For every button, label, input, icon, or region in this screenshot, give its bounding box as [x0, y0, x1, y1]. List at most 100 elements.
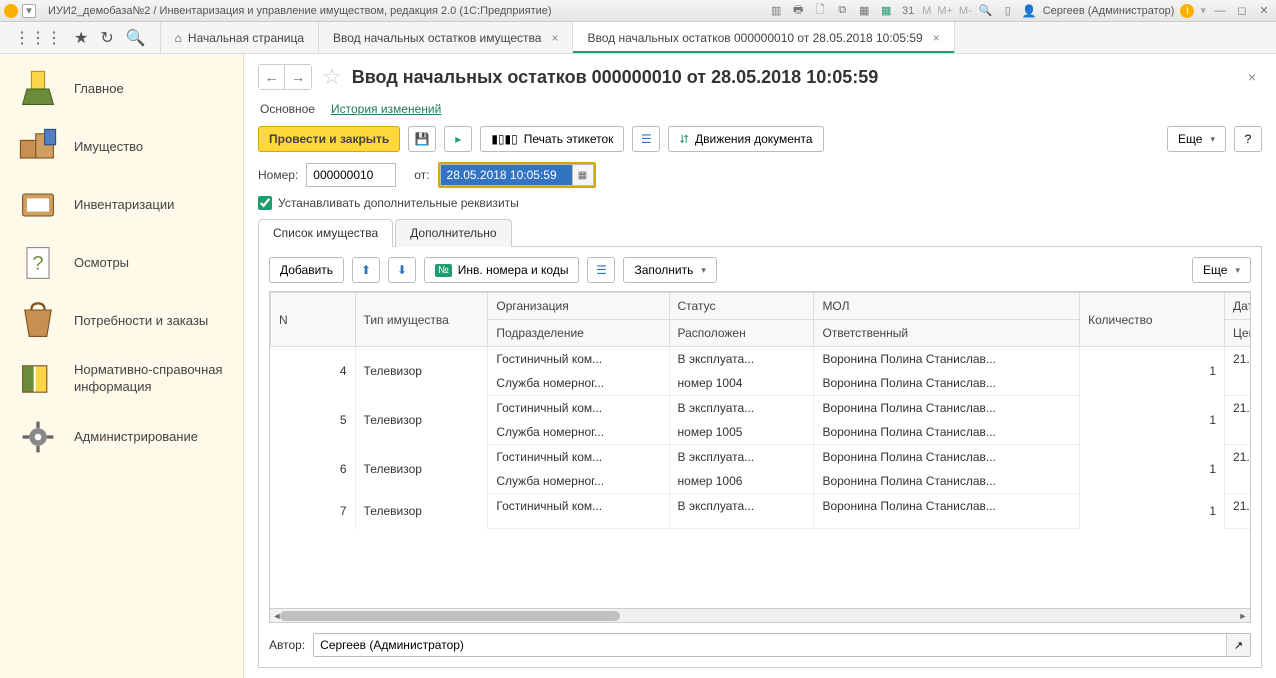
- author-input[interactable]: [314, 634, 1226, 656]
- doc-icon[interactable]: 🗋: [812, 3, 828, 19]
- app-icon: [4, 4, 18, 18]
- mplus-icon[interactable]: M+: [937, 5, 953, 17]
- grid-icon[interactable]: ▦: [856, 3, 872, 19]
- m-icon[interactable]: M: [922, 5, 931, 17]
- tool-icon[interactable]: ▥: [768, 3, 784, 19]
- nav-forward-button[interactable]: →: [285, 65, 311, 89]
- col-otv[interactable]: Ответственный: [814, 320, 1080, 347]
- col-type[interactable]: Тип имущества: [355, 293, 488, 347]
- print-labels-button[interactable]: ▮▯▮▯Печать этикеток: [480, 126, 624, 152]
- col-status[interactable]: Статус: [669, 293, 814, 320]
- innertab-extra[interactable]: Дополнительно: [395, 219, 511, 247]
- search-icon[interactable]: 🔍: [978, 3, 994, 19]
- from-label: от:: [414, 168, 429, 182]
- table-row[interactable]: 6ТелевизорГостиничный ком...В эксплуата.…: [271, 445, 1252, 470]
- user-icon: 👤: [1022, 4, 1037, 18]
- nav-back-button[interactable]: ←: [259, 65, 285, 89]
- help-button[interactable]: ?: [1234, 126, 1262, 152]
- dropdown-icon[interactable]: ▾: [22, 4, 36, 18]
- list-icon: ☰: [641, 132, 652, 146]
- list2-button[interactable]: ☰: [587, 257, 615, 283]
- info-dropdown[interactable]: ▾: [1200, 4, 1206, 17]
- sidebar-item-nsi[interactable]: Нормативно-справочная информация: [0, 350, 243, 408]
- col-dpost[interactable]: Дата поступлен: [1225, 293, 1251, 320]
- inv-numbers-button[interactable]: №Инв. номера и коды: [424, 257, 579, 283]
- minimize-icon[interactable]: —: [1212, 3, 1228, 19]
- system-bar: ▾ ИУИ2_демобаза№2 / Инвентаризация и упр…: [0, 0, 1276, 22]
- tab-close-icon[interactable]: ×: [933, 31, 940, 45]
- fill-button[interactable]: Заполнить▾: [623, 257, 716, 283]
- favorites-icon[interactable]: ★: [74, 28, 88, 48]
- innertab-list[interactable]: Список имущества: [258, 219, 393, 247]
- search-tab-icon[interactable]: 🔍: [126, 28, 146, 48]
- sidebar-item-inventory[interactable]: Инвентаризации: [0, 176, 243, 234]
- tab-2[interactable]: Ввод начальных остатков 000000010 от 28.…: [573, 22, 954, 53]
- sidebar-item-property[interactable]: Имущество: [0, 118, 243, 176]
- col-podr[interactable]: Подразделение: [488, 320, 669, 347]
- scroll-thumb[interactable]: [280, 611, 620, 621]
- tag-icon: №: [435, 264, 452, 277]
- col-rasp[interactable]: Расположен: [669, 320, 814, 347]
- window-title: ИУИ2_демобаза№2 / Инвентаризация и управ…: [48, 5, 552, 17]
- sidebar-item-admin[interactable]: Администрирование: [0, 408, 243, 466]
- scroll-right-icon[interactable]: ►: [1236, 609, 1250, 623]
- number-label: Номер:: [258, 168, 298, 182]
- calendar-icon[interactable]: ▦: [878, 3, 894, 19]
- date-input[interactable]: [440, 164, 572, 186]
- col-cpost[interactable]: Цена поступлен: [1225, 320, 1251, 347]
- table-row[interactable]: 4ТелевизорГостиничный ком...В эксплуата.…: [271, 347, 1252, 372]
- nav-buttons: ← →: [258, 64, 312, 90]
- info-icon[interactable]: i: [1180, 4, 1194, 18]
- sidebar-item-main[interactable]: Главное: [0, 60, 243, 118]
- col-n[interactable]: N: [271, 293, 356, 347]
- save-button[interactable]: 💾: [408, 126, 436, 152]
- mminus-icon[interactable]: M-: [959, 5, 972, 17]
- panel-icon[interactable]: ▯: [1000, 3, 1016, 19]
- calendar-button[interactable]: ▦: [572, 164, 594, 186]
- movements-icon: ⮃: [679, 132, 689, 147]
- move-down-button[interactable]: ⬇: [388, 257, 416, 283]
- post-button[interactable]: ▸: [444, 126, 472, 152]
- barcode-icon: ▮▯▮▯: [491, 132, 517, 146]
- col-mol[interactable]: МОЛ: [814, 293, 1080, 320]
- more-button[interactable]: Еще▾: [1167, 126, 1226, 152]
- favorite-star-icon[interactable]: ☆: [322, 64, 342, 90]
- maximize-icon[interactable]: ◻: [1234, 3, 1250, 19]
- number-input[interactable]: [306, 163, 396, 187]
- col-qty[interactable]: Количество: [1080, 293, 1225, 347]
- move-up-button[interactable]: ⬆: [352, 257, 380, 283]
- author-open-button[interactable]: ↗: [1226, 634, 1250, 656]
- history-icon[interactable]: ↻: [100, 28, 113, 48]
- compare-icon[interactable]: ⧉: [834, 3, 850, 19]
- date-icon[interactable]: 31: [900, 3, 916, 19]
- author-label: Автор:: [269, 638, 305, 652]
- subtab-history[interactable]: История изменений: [331, 102, 441, 116]
- table-row[interactable]: 5ТелевизорГостиничный ком...В эксплуата.…: [271, 396, 1252, 421]
- data-grid[interactable]: N Тип имущества Организация Статус МОЛ К…: [269, 291, 1251, 609]
- sidebar-item-inspections[interactable]: ? Осмотры: [0, 234, 243, 292]
- print-icon[interactable]: 🖶: [790, 3, 806, 19]
- save-icon: 💾: [415, 132, 430, 146]
- horizontal-scrollbar[interactable]: ◄ ►: [269, 609, 1251, 623]
- table-row[interactable]: 7ТелевизорГостиничный ком...В эксплуата.…: [271, 494, 1252, 519]
- sidebar: Главное Имущество Инвентаризации ? Осмот…: [0, 54, 244, 678]
- close-icon[interactable]: ✕: [1256, 3, 1272, 19]
- subtab-main[interactable]: Основное: [260, 102, 315, 116]
- tab-close-icon[interactable]: ×: [551, 31, 558, 45]
- post-and-close-button[interactable]: Провести и закрыть: [258, 126, 400, 152]
- document-close-icon[interactable]: ×: [1242, 69, 1262, 85]
- apps-icon[interactable]: ⋮⋮⋮: [14, 28, 62, 48]
- more-table-button[interactable]: Еще▾: [1192, 257, 1251, 283]
- col-org[interactable]: Организация: [488, 293, 669, 320]
- home-icon: ⌂: [175, 31, 182, 45]
- tabs-bar: ⋮⋮⋮ ★ ↻ 🔍 ⌂ Начальная страница Ввод нача…: [0, 22, 1276, 54]
- list-button[interactable]: ☰: [632, 126, 660, 152]
- add-button[interactable]: Добавить: [269, 257, 344, 283]
- tab-home[interactable]: ⌂ Начальная страница: [161, 22, 319, 53]
- set-attrs-checkbox[interactable]: [258, 196, 272, 210]
- movements-button[interactable]: ⮃Движения документа: [668, 126, 823, 152]
- tab-1[interactable]: Ввод начальных остатков имущества ×: [319, 22, 573, 53]
- post-icon: ▸: [455, 132, 461, 146]
- sidebar-item-orders[interactable]: Потребности и заказы: [0, 292, 243, 350]
- user-label[interactable]: Сергеев (Администратор): [1043, 5, 1175, 17]
